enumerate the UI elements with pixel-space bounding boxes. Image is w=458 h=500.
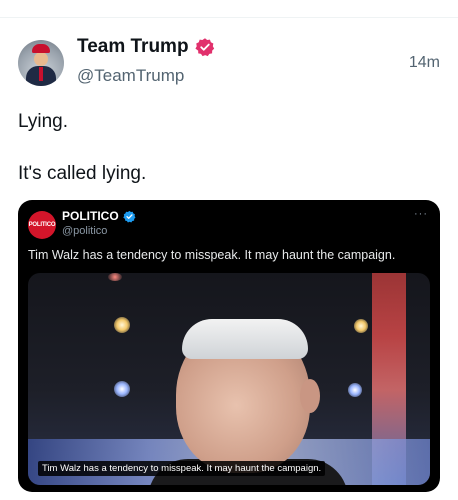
author-handle[interactable]: @TeamTrump [77, 66, 184, 86]
quoted-verified-badge-icon [122, 210, 136, 222]
tweet-line-1: Lying. [18, 111, 68, 132]
quoted-author-handle[interactable]: @politico [62, 225, 107, 237]
stage-light [114, 381, 130, 397]
speaker-hair [182, 319, 308, 359]
tweet-body: Lying. It's called lying. [18, 108, 146, 188]
quoted-tweet-media[interactable]: Tim Walz has a tendency to misspeak. It … [28, 273, 430, 485]
stage-light [114, 317, 130, 333]
quoted-author-name-row: POLITICO [62, 209, 136, 223]
quoted-tweet-text: Tim Walz has a tendency to misspeak. It … [28, 248, 396, 262]
media-caption: Tim Walz has a tendency to misspeak. It … [38, 461, 326, 476]
quoted-author-avatar[interactable]: POLITICO [28, 211, 56, 239]
top-divider [0, 17, 458, 18]
speaker-ear [300, 379, 320, 413]
more-options-icon[interactable]: ··· [414, 208, 428, 220]
stage-light [108, 273, 122, 281]
stage-light [348, 383, 362, 397]
tweet-line-2: It's called lying. [18, 163, 147, 184]
author-display-name[interactable]: Team Trump [77, 36, 189, 58]
tweet-timestamp[interactable]: 14m [409, 54, 440, 72]
verified-badge-icon [194, 38, 214, 57]
quoted-author-display-name[interactable]: POLITICO [62, 209, 119, 223]
author-avatar[interactable] [18, 40, 64, 86]
stage-light [354, 319, 368, 333]
author-name-row: Team Trump [77, 36, 215, 58]
quoted-tweet-card[interactable]: POLITICO POLITICO @politico ··· Tim Walz… [18, 200, 440, 492]
